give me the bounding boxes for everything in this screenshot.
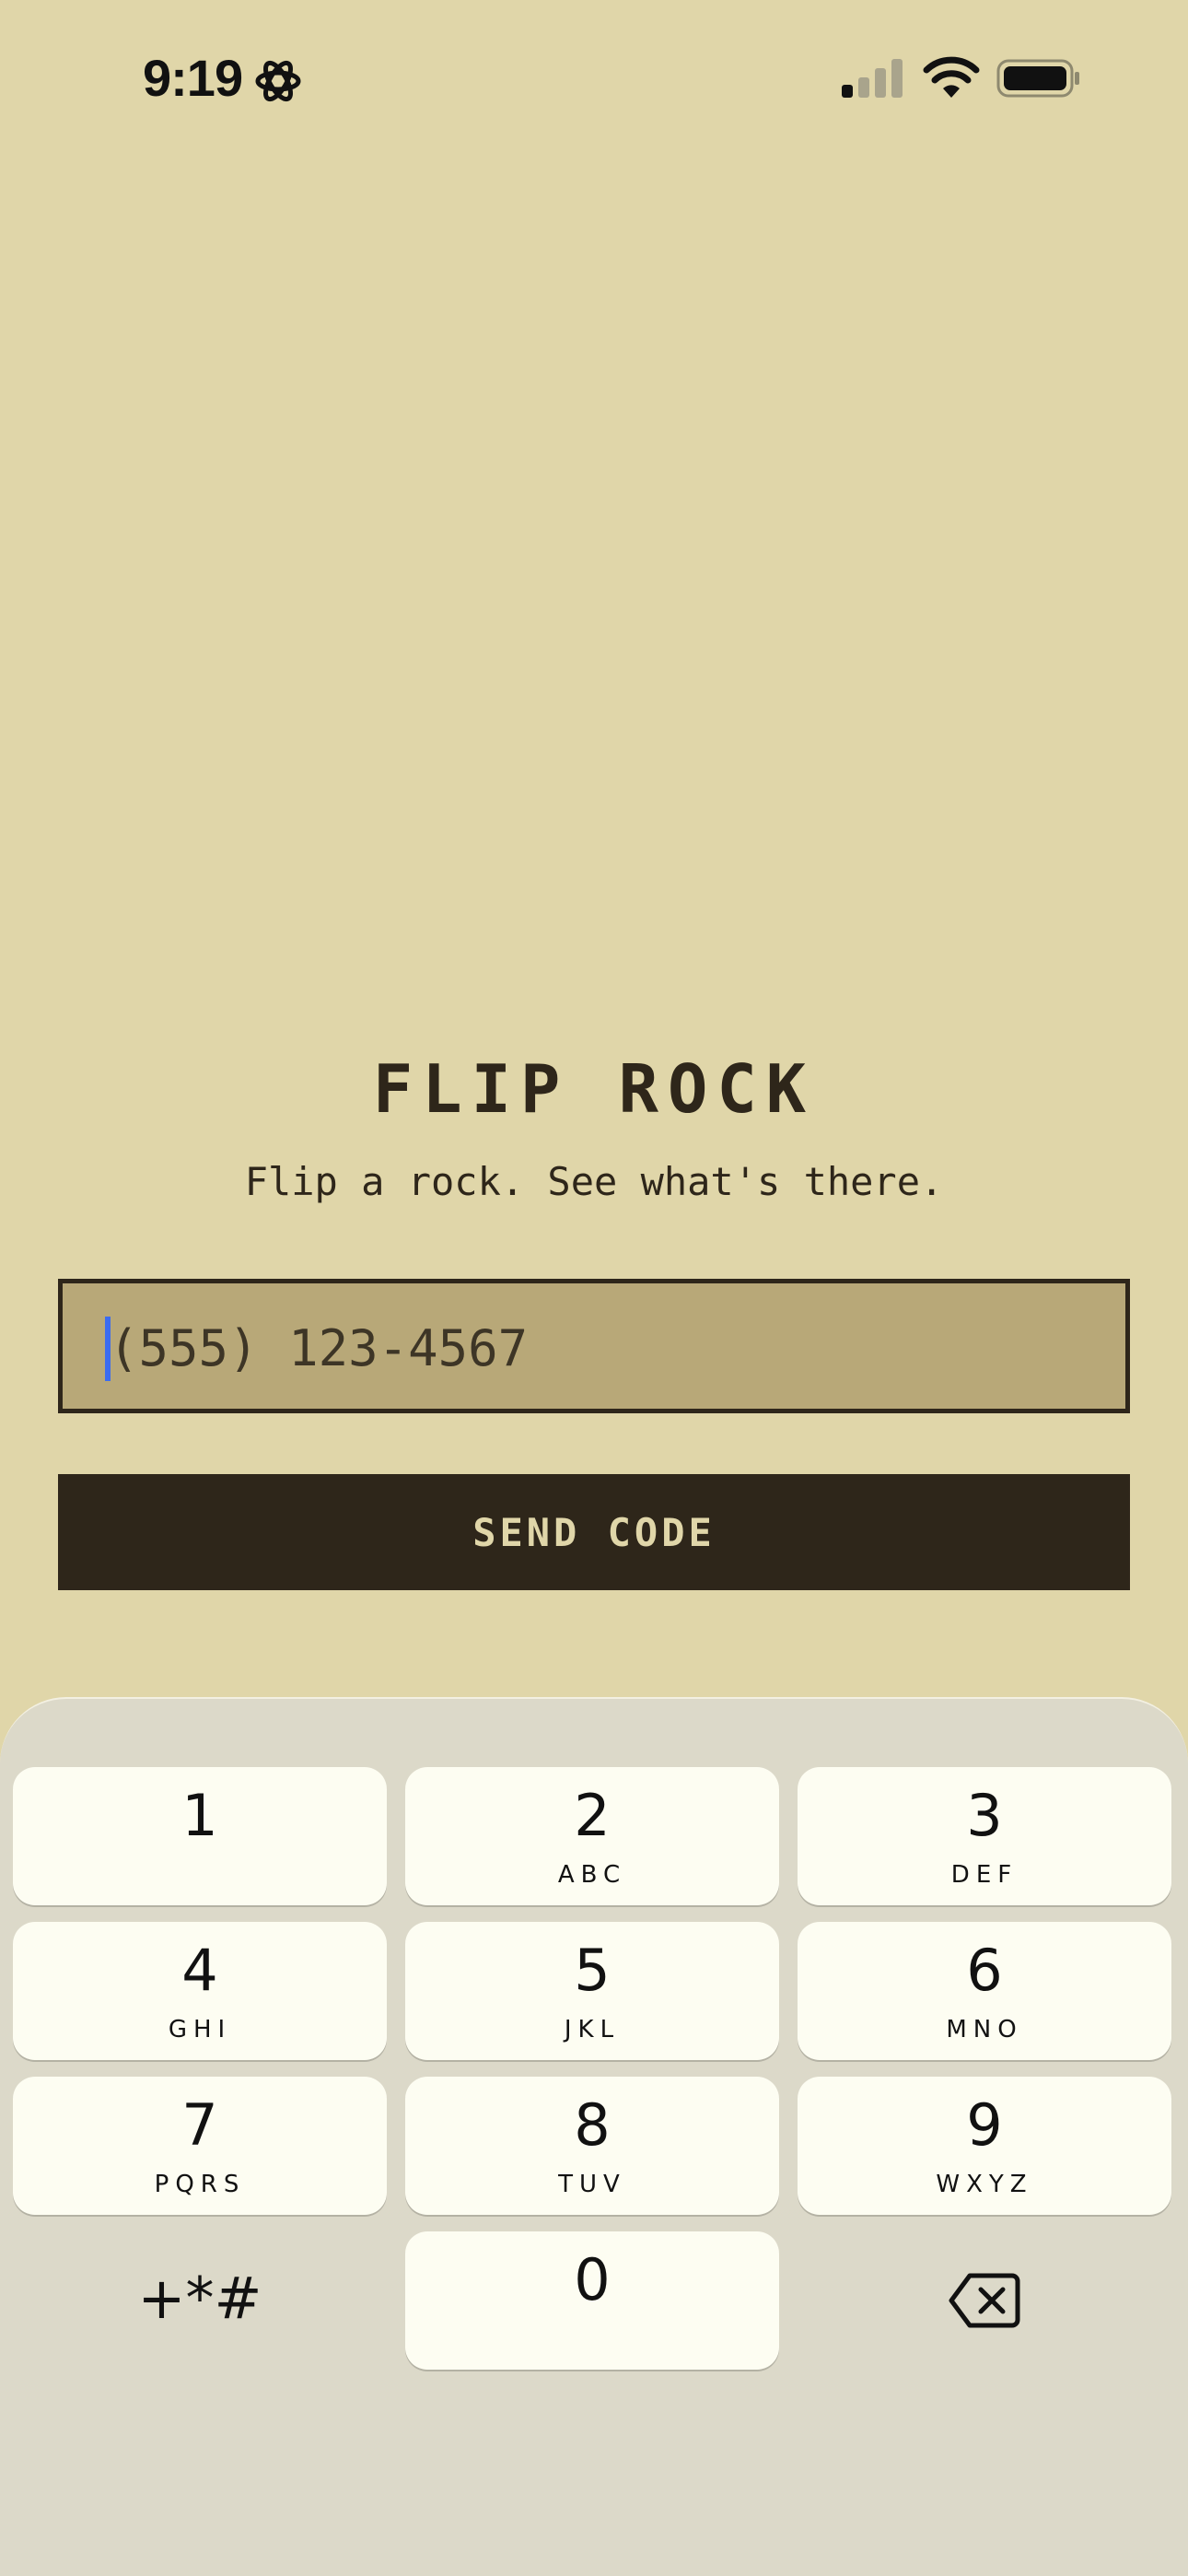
status-time: 9:19 (143, 49, 243, 107)
delete-key[interactable] (798, 2231, 1171, 2370)
key-digit: 0 (574, 2246, 611, 2313)
key-4[interactable]: 4 GHI (13, 1922, 387, 2060)
key-digit: 8 (574, 2091, 611, 2159)
key-letters: MNO (946, 2016, 1023, 2043)
key-letters: JKL (564, 2016, 621, 2043)
app-tagline: Flip a rock. See what's there. (244, 1159, 944, 1204)
phone-number-field[interactable] (58, 1279, 1130, 1413)
key-digit: 4 (181, 1937, 218, 2004)
numeric-keypad: 1 2 ABC 3 DEF 4 GHI 5 JKL 6 MNO 7 PQRS 8… (0, 1697, 1188, 2576)
symbols-label: +*# (137, 2265, 262, 2332)
key-letters: WXYZ (936, 2171, 1033, 2198)
key-digit: 5 (574, 1937, 611, 2004)
status-bar: 9:19 (0, 0, 1188, 166)
send-code-button[interactable]: SEND CODE (58, 1474, 1130, 1590)
cellular-signal-icon (842, 59, 903, 98)
key-0[interactable]: 0 (405, 2231, 779, 2370)
key-digit: 9 (966, 2091, 1003, 2159)
wifi-icon (923, 56, 980, 98)
key-5[interactable]: 5 JKL (405, 1922, 779, 2060)
key-8[interactable]: 8 TUV (405, 2077, 779, 2215)
key-digit: 6 (966, 1937, 1003, 2004)
key-2[interactable]: 2 ABC (405, 1767, 779, 1905)
key-digit: 3 (966, 1782, 1003, 1849)
key-digit: 7 (181, 2091, 218, 2159)
key-1[interactable]: 1 (13, 1767, 387, 1905)
phone-number-input[interactable] (109, 1302, 1076, 1394)
gear-icon (255, 60, 301, 102)
key-6[interactable]: 6 MNO (798, 1922, 1171, 2060)
key-7[interactable]: 7 PQRS (13, 2077, 387, 2215)
app-title: FLIP ROCK (372, 1050, 816, 1128)
key-letters: TUV (558, 2171, 626, 2198)
key-letters: PQRS (154, 2171, 246, 2198)
key-digit: 1 (181, 1782, 218, 1849)
key-3[interactable]: 3 DEF (798, 1767, 1171, 1905)
delete-backspace-icon (949, 2273, 1020, 2328)
key-letters: DEF (950, 1861, 1019, 1889)
key-letters: ABC (557, 1861, 627, 1889)
battery-icon (996, 59, 1079, 98)
key-letters: GHI (168, 2016, 232, 2043)
key-digit: 2 (574, 1782, 611, 1849)
key-symbols[interactable]: +*# (13, 2231, 387, 2370)
key-9[interactable]: 9 WXYZ (798, 2077, 1171, 2215)
